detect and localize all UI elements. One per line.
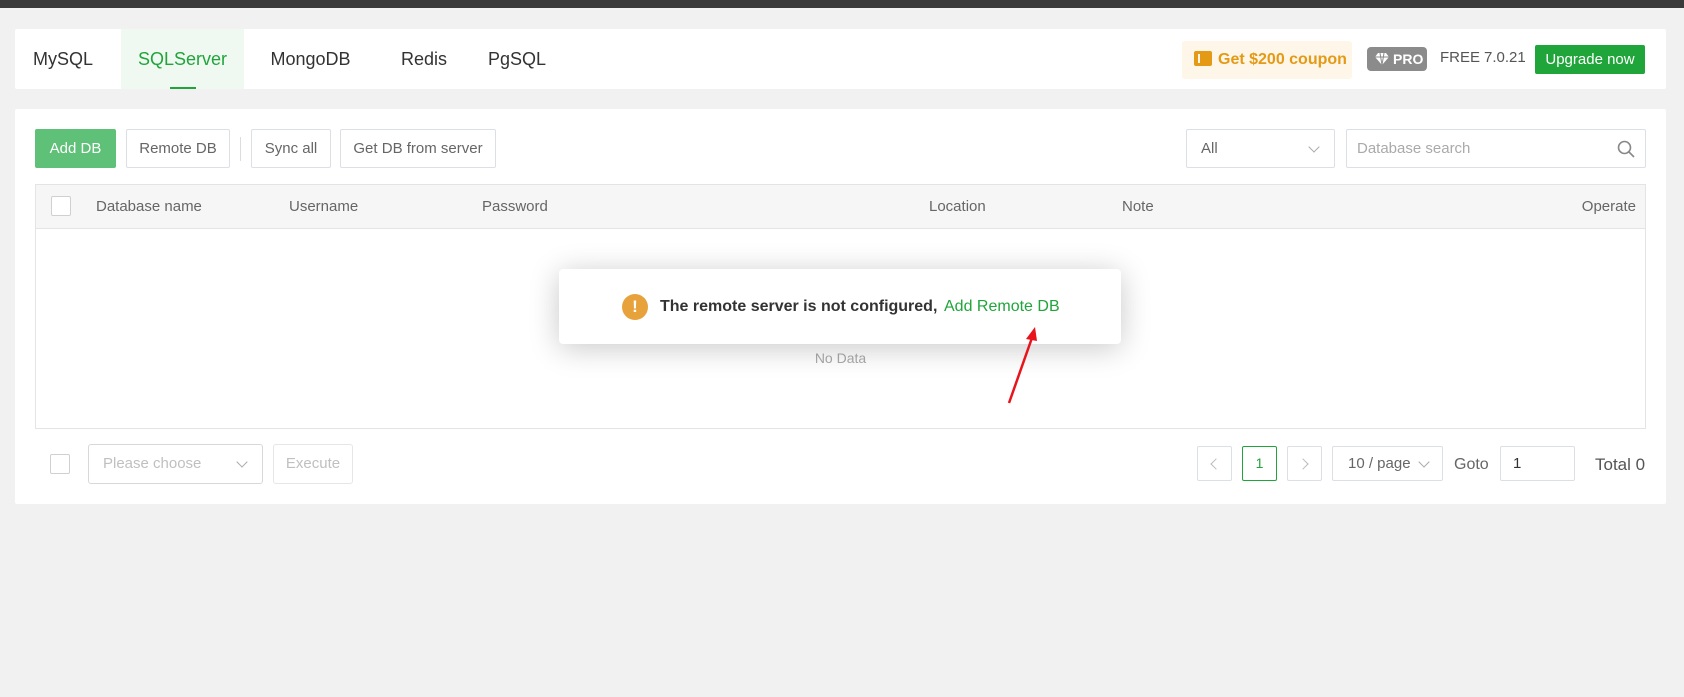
pro-badge[interactable]: PRO [1367,47,1427,71]
filter-select[interactable]: All [1186,129,1335,168]
prev-page-button[interactable] [1197,446,1232,481]
toast-message: The remote server is not configured, [660,298,938,315]
tab-mysql[interactable]: MySQL [15,29,111,89]
col-password: Password [482,198,548,215]
annotation-arrow [1007,327,1037,404]
toolbar-divider [240,137,241,161]
chevron-down-icon [1418,456,1430,468]
add-db-button[interactable]: Add DB [35,129,116,168]
total-count: Total 0 [1595,455,1646,474]
chevron-right-icon [1297,458,1309,470]
select-all-checkbox[interactable] [51,196,71,216]
col-username: Username [289,198,359,215]
batch-operation-select[interactable]: Please choose [88,444,263,484]
remote-db-button[interactable]: Remote DB [126,129,230,168]
tab-mongodb[interactable]: MongoDB [255,29,366,89]
table-header: Database name Username Password Location… [36,185,1645,229]
window-top-strip [0,0,1684,8]
search-input[interactable] [1347,130,1597,167]
coupon-label: Get $200 coupon [1218,51,1347,68]
col-operate: Operate [1581,198,1636,215]
page-size-value: 10 / page [1348,455,1411,472]
filter-select-value: All [1201,140,1218,157]
tab-sqlserver[interactable]: SQLServer [121,29,244,89]
batch-select-checkbox[interactable] [50,454,70,474]
page-number[interactable]: 1 [1242,446,1277,481]
diamond-icon [1375,53,1389,65]
warning-icon: ! [622,294,648,320]
chevron-down-icon [1308,141,1320,153]
batch-select-placeholder: Please choose [103,455,202,472]
tab-pgsql[interactable]: PgSQL [481,29,553,89]
search-icon[interactable] [1617,140,1635,158]
chevron-left-icon [1210,458,1222,470]
execute-button[interactable]: Execute [273,444,353,484]
col-note: Note [1122,198,1154,215]
get-db-from-server-button[interactable]: Get DB from server [340,129,496,168]
coupon-button[interactable]: Get $200 coupon [1182,41,1352,79]
goto-page-input[interactable]: 1 [1500,446,1575,481]
goto-label: Goto [1454,456,1489,473]
plan-label: FREE [1440,49,1481,66]
col-location: Location [929,198,986,215]
tab-redis[interactable]: Redis [389,29,459,89]
sync-all-button[interactable]: Sync all [251,129,331,168]
empty-state-text: No Data [814,350,867,366]
version-label: 7.0.21 [1484,49,1526,66]
pro-badge-label: PRO [1393,51,1424,67]
add-remote-db-link[interactable]: Add Remote DB [944,298,1060,316]
col-database-name: Database name [96,198,202,215]
upgrade-now-button[interactable]: Upgrade now [1535,45,1645,74]
database-search[interactable] [1346,129,1646,168]
next-page-button[interactable] [1287,446,1322,481]
page-size-select[interactable]: 10 / page [1332,446,1443,481]
coupon-icon [1194,51,1212,66]
chevron-down-icon [236,456,248,468]
